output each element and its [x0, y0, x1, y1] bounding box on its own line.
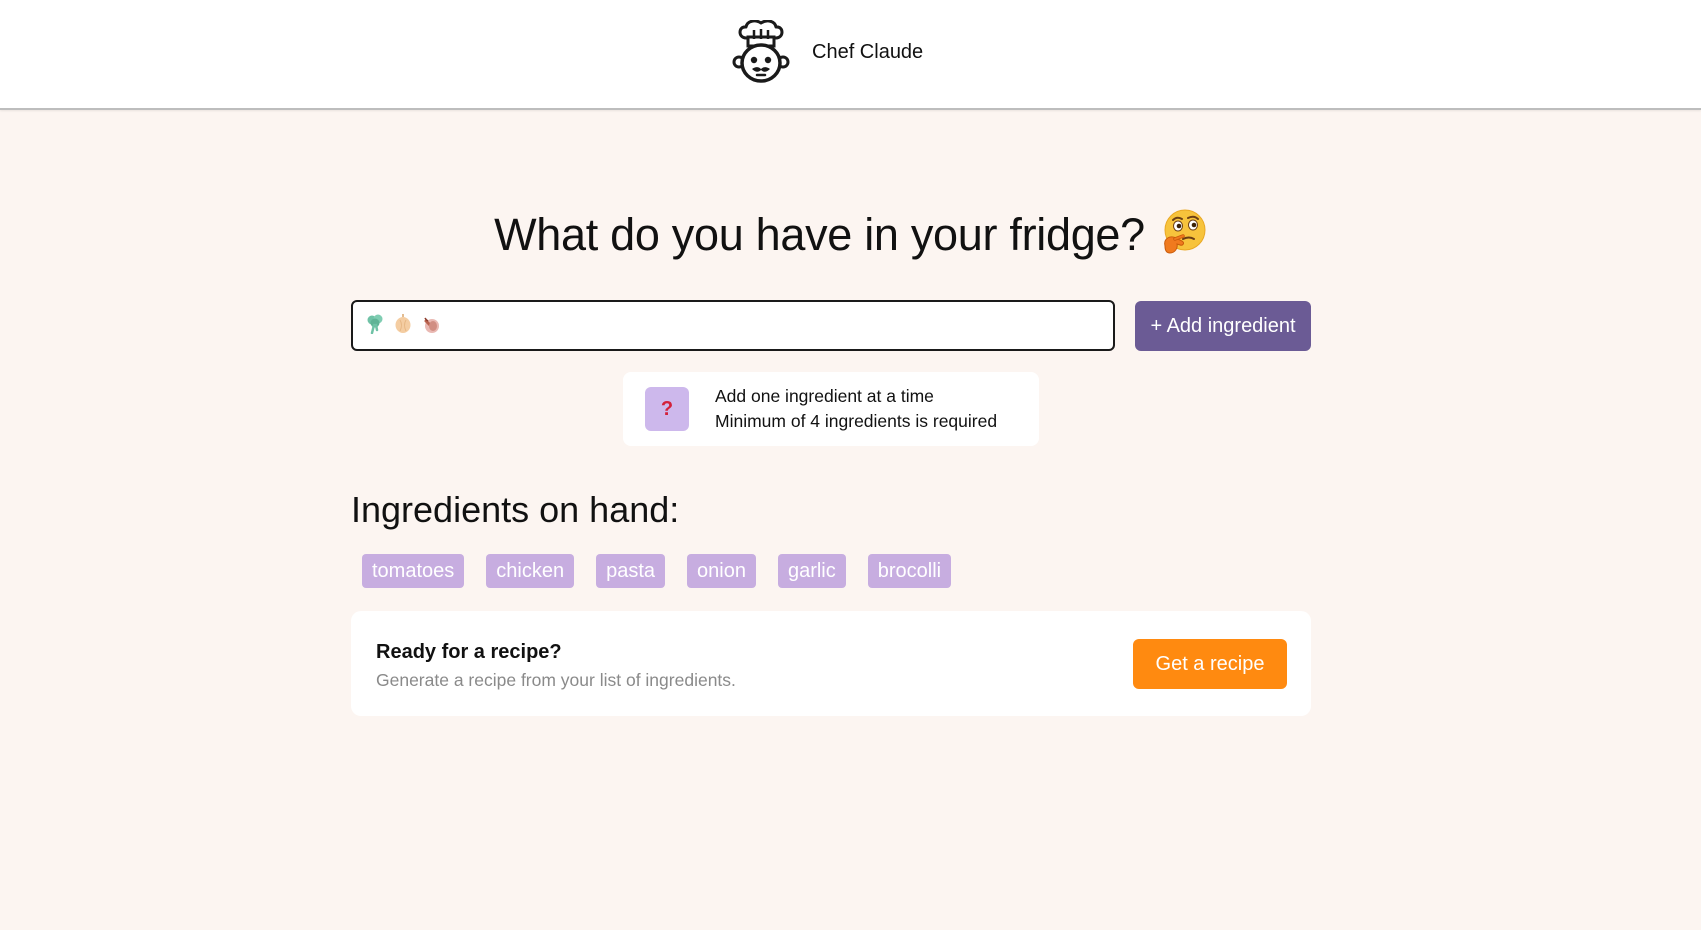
recipe-card-title: Ready for a recipe?: [376, 641, 562, 663]
ingredient-chip: brocolli: [867, 554, 952, 588]
recipe-card: Ready for a recipe? Generate a recipe fr…: [351, 611, 1311, 716]
hint-line-two: Minimum of 4 ingredients is required: [715, 411, 998, 431]
add-ingredient-button[interactable]: + Add ingredient: [1135, 301, 1311, 351]
page-title-text: What do you have in your fridge?: [494, 209, 1145, 260]
recipe-card-subtitle: Generate a recipe from your list of ingr…: [376, 670, 736, 690]
brand-name: Chef Claude: [812, 41, 924, 63]
chef-robot-icon: [732, 20, 790, 83]
ingredient-chip: onion: [687, 554, 756, 588]
question-mark-icon: ?: [645, 387, 689, 431]
ingredient-list: tomatoes chicken pasta onion garlic broc…: [362, 554, 952, 588]
ingredient-chip: pasta: [596, 554, 666, 588]
thinking-face-emoji-icon: [1164, 209, 1206, 254]
get-recipe-button[interactable]: Get a recipe: [1133, 639, 1287, 689]
ingredient-chip: tomatoes: [362, 554, 465, 588]
ingredient-chip: chicken: [486, 554, 575, 588]
page-title: What do you have in your fridge?: [0, 205, 1701, 265]
hint-box: ? Add one ingredient at a time Minimum o…: [623, 372, 1039, 446]
ingredient-input[interactable]: [351, 300, 1115, 351]
hint-line-one: Add one ingredient at a time: [715, 386, 934, 406]
app-header: Chef Claude: [0, 0, 1701, 110]
ingredient-chip: garlic: [777, 554, 846, 588]
ingredients-heading: Ingredients on hand:: [351, 489, 680, 530]
